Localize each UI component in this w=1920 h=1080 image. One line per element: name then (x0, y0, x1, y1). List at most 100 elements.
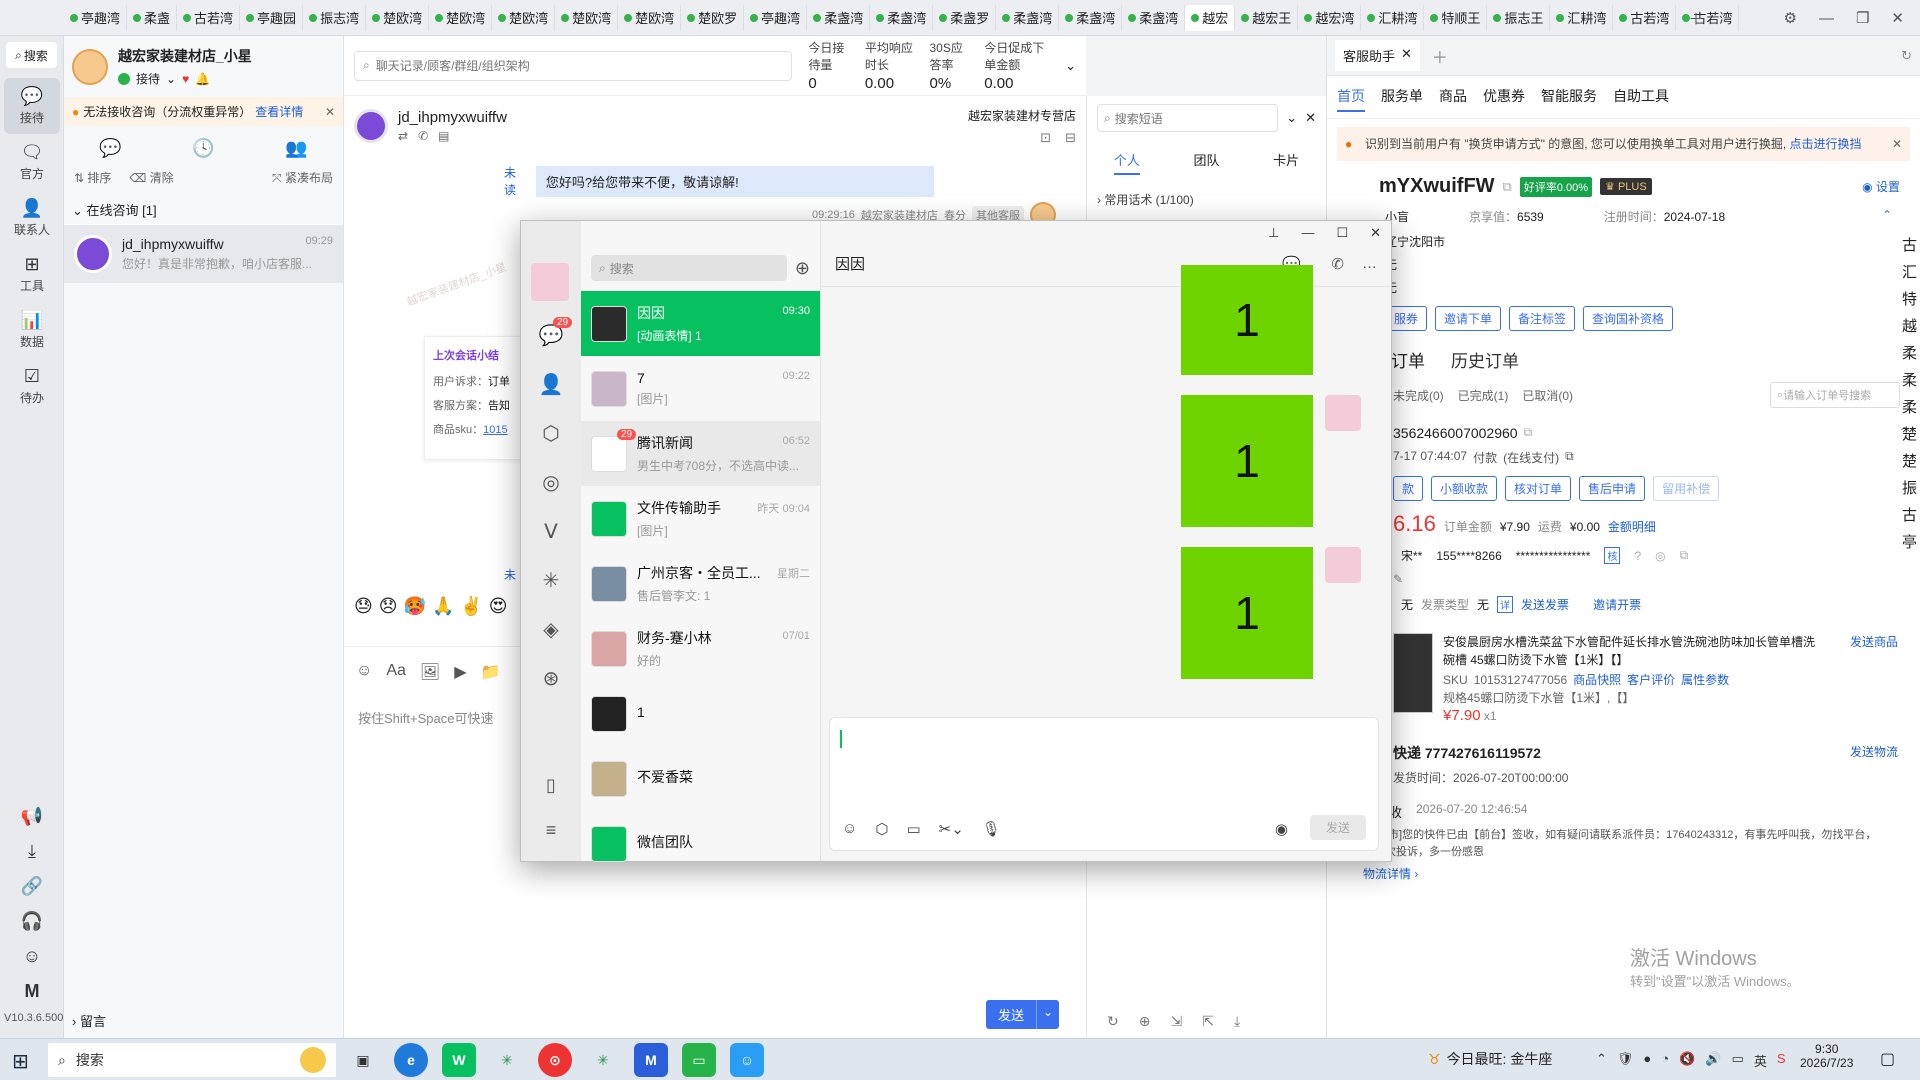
invoice-detail-badge[interactable]: 详 (1497, 596, 1514, 613)
copy-icon[interactable]: ⧉ (1680, 548, 1689, 563)
clock-date[interactable]: 2026/7/23 (1800, 1056, 1853, 1070)
top-tab[interactable]: 越宏 (1185, 4, 1236, 31)
product-image[interactable] (1393, 633, 1433, 713)
contacts-icon[interactable]: 👤 (539, 372, 564, 397)
top-tab[interactable]: 楚欧罗 (681, 4, 745, 31)
order-action-button[interactable]: 留用补偿 (1653, 476, 1720, 501)
video-icon[interactable]: ▶ (454, 662, 466, 682)
side-tab-char[interactable]: 柔 (1902, 369, 1920, 390)
phrase-tab[interactable]: 个人 (1113, 150, 1140, 175)
favorites-icon[interactable]: ⬡ (542, 421, 559, 446)
image-icon[interactable]: 🖼 (420, 662, 440, 682)
side-tab-char[interactable]: 楚 (1902, 423, 1920, 444)
side-tab-char[interactable]: 柔 (1902, 396, 1920, 417)
news-icon[interactable]: ♉ (1428, 1051, 1441, 1068)
wechat-conversation-item[interactable]: 财务-蹇小林 好的 07/01 (581, 616, 820, 681)
online-group-header[interactable]: ⌄ 在线咨询 [1] (64, 190, 343, 225)
assistant-tab[interactable]: 客服助手 ✕ (1335, 40, 1420, 71)
wechat-conversation-item[interactable]: 腾讯新闻 男生中考708分，不选高中读... 06:52 29 (581, 421, 820, 486)
top-tab[interactable]: 楚欧湾 (429, 4, 493, 31)
top-tab[interactable]: 楚欧湾 (618, 4, 682, 31)
side-tab-char[interactable]: 古 (1902, 504, 1920, 525)
nav-user[interactable]: 👤 联系人 (0, 190, 64, 246)
transfer-icon[interactable]: ⇄ (398, 129, 408, 143)
wechat-search-input[interactable]: ⌕ 搜索 (591, 255, 787, 281)
wechat-send-button[interactable]: 发送 (1309, 815, 1366, 840)
phrase-search-input[interactable]: ⌕ 搜索短语 (1097, 104, 1279, 132)
wechat-conversation-item[interactable]: 1 (581, 681, 820, 746)
top-tab[interactable]: 亭趣湾 (744, 4, 808, 31)
help-icon[interactable]: ? (1634, 549, 1641, 563)
top-tab[interactable]: 柔盏湾 (1122, 4, 1186, 31)
customer-avatar[interactable] (354, 109, 388, 143)
more-icon[interactable]: … (1362, 255, 1377, 273)
font-icon[interactable]: Aa (386, 662, 406, 682)
wechat-conversation-item[interactable]: 微信团队 (581, 811, 820, 876)
send-button[interactable]: 发送 (986, 1000, 1037, 1029)
add-icon[interactable]: ⊕ (1139, 1013, 1151, 1030)
message-bubble[interactable]: 您好吗?给您带来不便，敬请谅解! (535, 165, 934, 197)
tag-icon[interactable]: ⊟ (1065, 130, 1076, 146)
task-view-icon[interactable]: ▣ (346, 1043, 380, 1077)
send-options-icon[interactable]: ⌄ (1036, 1000, 1060, 1029)
chevron-down-icon[interactable]: ⌄ (166, 72, 176, 86)
clear-button[interactable]: ⌫ 清除 (129, 169, 173, 186)
screenshot-icon[interactable]: ✂⌄ (939, 820, 964, 838)
invite-invoice-link[interactable]: 邀请开票 (1593, 596, 1641, 613)
order-search-input[interactable]: ⌕ 请输入订单号搜索 (1770, 382, 1900, 408)
m-app-icon[interactable]: M (634, 1043, 668, 1077)
refresh-icon[interactable]: ↻ (1901, 48, 1912, 64)
emoji-icon[interactable]: ☺ (842, 820, 857, 838)
green-chat-icon[interactable]: ▭ (682, 1043, 716, 1077)
assistant-nav-item[interactable]: 首页 (1337, 86, 1365, 112)
ime-indicator[interactable]: 英 (1754, 1051, 1767, 1070)
search-button[interactable]: ⌕ 搜索 (6, 42, 57, 68)
top-tab[interactable]: 汇耕湾 (1361, 4, 1425, 31)
phrase-tab[interactable]: 卡片 (1273, 150, 1299, 175)
app-star-icon[interactable]: ✳ (490, 1043, 524, 1077)
user-action-button[interactable]: 邀请下单 (1435, 306, 1502, 331)
warning-link[interactable]: 查看详情 (255, 103, 303, 120)
compact-layout-button[interactable]: ⤧ 紧凑布局 (272, 169, 333, 186)
link-icon[interactable]: 🔗 (21, 876, 43, 897)
megaphone-icon[interactable]: 📢 (21, 806, 43, 827)
headset-icon[interactable]: 🎧 (21, 911, 43, 932)
user-action-button[interactable]: 备注标签 (1509, 306, 1576, 331)
assistant-nav-item[interactable]: 商品 (1439, 86, 1467, 112)
top-tab[interactable]: 古若湾 (1613, 4, 1677, 31)
leave-message-item[interactable]: › 留言 (72, 1011, 106, 1030)
send-logistics-link[interactable]: 发送物流 (1850, 743, 1898, 760)
assistant-nav-item[interactable]: 服务单 (1381, 86, 1423, 112)
miniprogram-icon[interactable]: ◈ (543, 617, 558, 642)
assistant-nav-item[interactable]: 自助工具 (1613, 86, 1669, 112)
order-action-button[interactable]: 售后申请 (1579, 476, 1646, 501)
favorites-icon[interactable]: ⬡ (875, 820, 888, 838)
wechat-input-box[interactable]: ☺ ⬡ ▭ ✂⌄ 🎙 ◉ 发送 (829, 717, 1379, 851)
clock-time[interactable]: 9:30 (1800, 1042, 1853, 1056)
history-order-tab[interactable]: 历史订单 (1451, 347, 1519, 372)
download-icon[interactable]: ⤓ (1234, 1013, 1240, 1030)
global-search-input[interactable]: ⌕ 聊天记录/顾客/群组/组织架构 (354, 50, 793, 81)
import-icon[interactable]: ⇲ (1170, 1013, 1182, 1030)
wechat-conversation-item[interactable]: 广州京客・全员工... 售后管李文: 1 星期二 (581, 551, 820, 616)
side-tab-char[interactable]: 越 (1902, 315, 1920, 336)
settings-icon[interactable]: ⚙ (1784, 9, 1797, 27)
pin-icon[interactable]: ⊥ (1268, 225, 1279, 241)
top-tab[interactable]: 振志王 (1487, 4, 1551, 31)
maximize-icon[interactable]: ☐ (1336, 225, 1348, 241)
call-icon[interactable]: ✆ (1331, 255, 1344, 273)
blue-chat-icon[interactable]: ☺ (730, 1043, 764, 1077)
top-tab[interactable]: 振志湾 (303, 4, 367, 31)
sort-button[interactable]: ⇅ 排序 (74, 169, 111, 186)
volume-icon[interactable]: 🔇 (1679, 1051, 1695, 1070)
close-icon[interactable]: ✕ (1305, 110, 1316, 126)
top-tab[interactable]: 柔盏湾 (996, 4, 1060, 31)
voice-icon[interactable]: 🎙 (982, 820, 1001, 838)
wechat-conversation-item[interactable]: 7 [图片] 09:22 (581, 356, 820, 421)
bot-icon[interactable]: ☺ (23, 946, 41, 967)
side-tab-char[interactable]: 柔 (1902, 342, 1920, 363)
amount-detail-link[interactable]: 金额明细 (1608, 518, 1656, 535)
app-star2-icon[interactable]: ✳ (586, 1043, 620, 1077)
top-tab[interactable]: 柔盏湾 (807, 4, 871, 31)
notification-icon[interactable]: ▢ (1880, 1049, 1895, 1069)
